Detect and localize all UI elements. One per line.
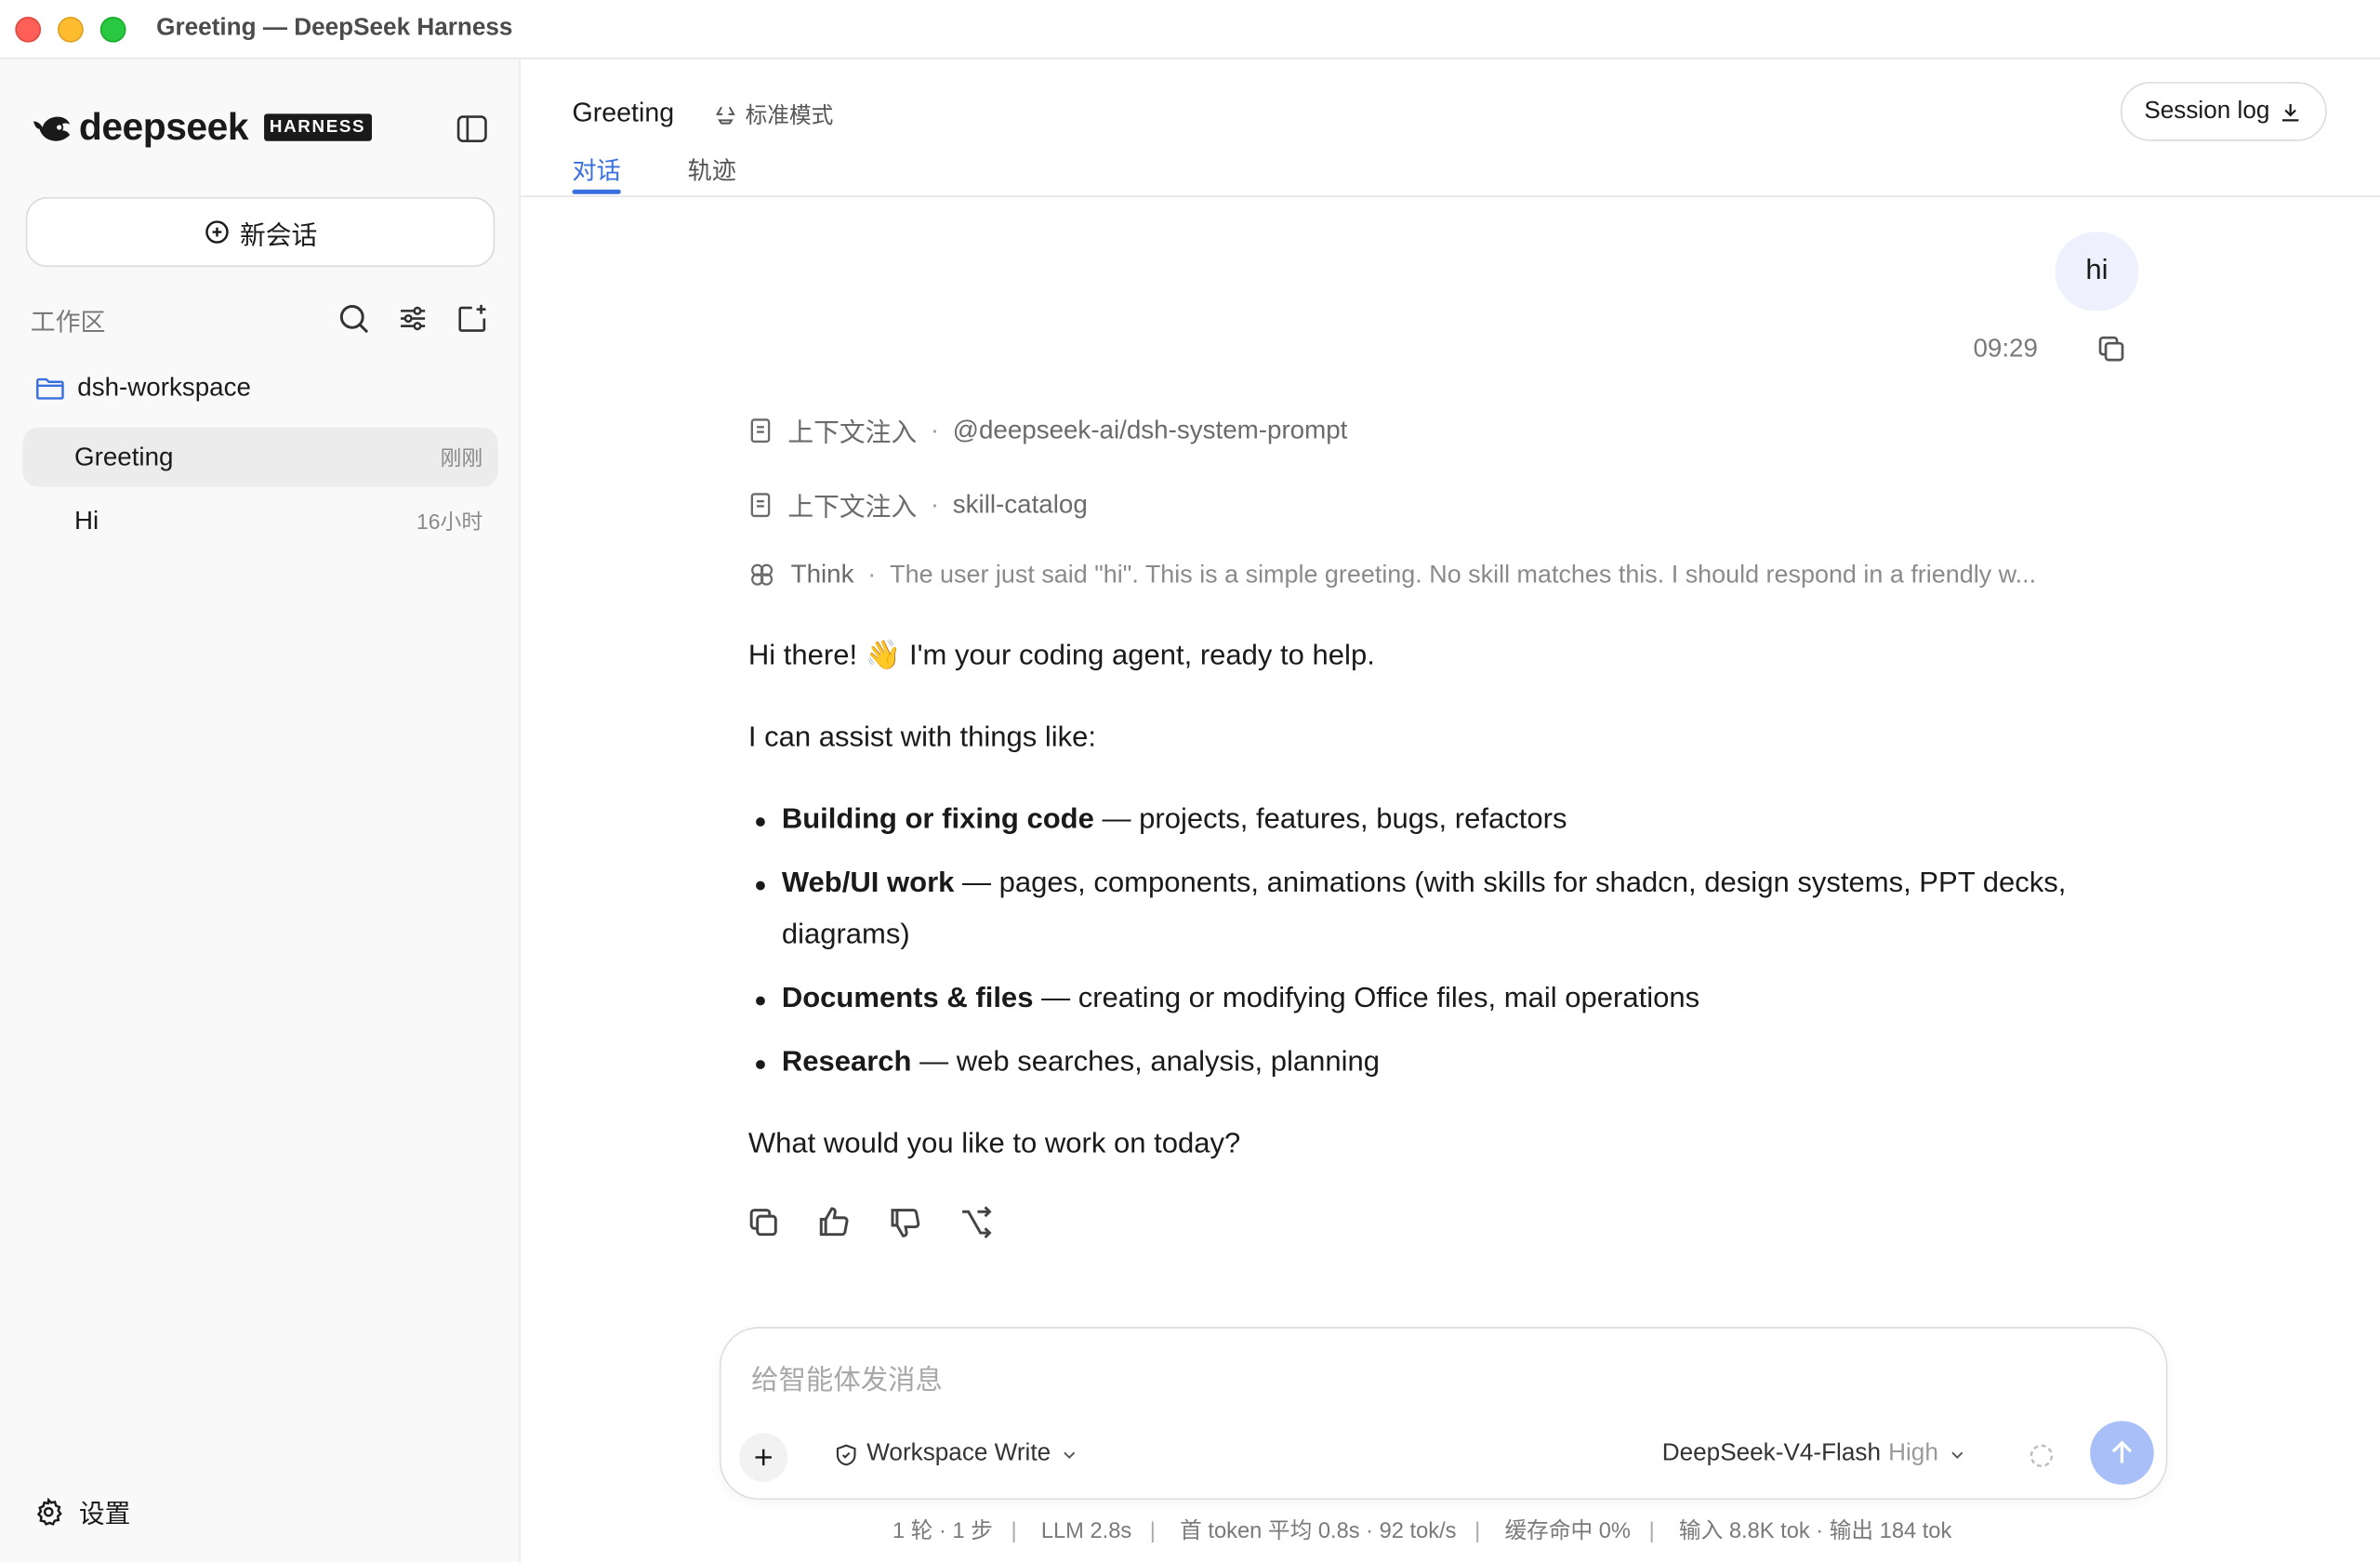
- mode-label: 标准模式: [745, 104, 834, 129]
- stat-turns: 1 轮 · 1 步: [892, 1519, 993, 1544]
- session-title: Greeting: [73, 442, 174, 471]
- settings-label: 设置: [78, 1500, 131, 1529]
- logo-text: deepseek: [78, 105, 249, 149]
- model-name: DeepSeek-V4-Flash: [1661, 1440, 1881, 1467]
- capability-list: Building or fixing code — projects, feat…: [748, 795, 2145, 1089]
- add-folder-icon[interactable]: [454, 300, 490, 337]
- answer-intro: I can assist with things like:: [747, 721, 1097, 754]
- assistant-message: Hi there! 👋 I'm your coding agent, ready…: [748, 631, 2145, 1201]
- model-selector[interactable]: DeepSeek-V4-Flash High: [1662, 1441, 1967, 1468]
- plus-icon: [755, 1449, 772, 1466]
- deepseek-whale-icon: [33, 116, 71, 141]
- tab-conversation[interactable]: 对话: [573, 150, 621, 186]
- stat-cache: 缓存命中 0%: [1504, 1519, 1631, 1544]
- answer-greeting: Hi there! 👋 I'm your coding agent, ready…: [747, 640, 1375, 672]
- title-bar: Greeting — DeepSeek Harness: [0, 0, 2380, 60]
- session-time: 16小时: [416, 509, 483, 534]
- workspace-folder[interactable]: dsh-workspace: [35, 373, 251, 404]
- conversation-header: Greeting 标准模式 对话 轨迹 Session log: [520, 60, 2380, 198]
- folder-name: dsh-workspace: [77, 373, 251, 403]
- context-detail: skill-catalog: [952, 489, 1088, 519]
- list-item: Web/UI work — pages, components, animati…: [748, 858, 2145, 961]
- download-icon: [2282, 103, 2299, 121]
- gear-icon: [36, 1496, 62, 1526]
- logo-badge: HARNESS: [263, 113, 372, 141]
- model-level: High: [1888, 1440, 1938, 1467]
- thumbs-down-icon[interactable]: [886, 1204, 922, 1240]
- conversation-title: Greeting: [572, 97, 675, 128]
- brain-icon: [751, 563, 774, 586]
- permission-selector[interactable]: Workspace Write: [833, 1441, 1087, 1468]
- minimize-window-button[interactable]: [58, 16, 84, 43]
- think-item[interactable]: Think · The user just said "hi". This is…: [748, 560, 2036, 590]
- recycle-icon: [716, 105, 735, 124]
- user-message-time: 09:29: [1973, 333, 2038, 363]
- copy-icon[interactable]: [2095, 332, 2128, 365]
- new-chat-button[interactable]: 新会话: [25, 197, 496, 268]
- list-item: Building or fixing code — projects, feat…: [748, 795, 2145, 846]
- arrow-up-icon: [2111, 1440, 2133, 1463]
- settings-button[interactable]: 设置: [33, 1492, 130, 1530]
- user-message-bubble: hi: [2055, 232, 2139, 311]
- permission-label: Workspace Write: [866, 1440, 1051, 1467]
- context-label: 上下文注入: [787, 493, 918, 523]
- search-icon[interactable]: [336, 300, 372, 337]
- stat-io: 输入 8.8K tok · 输出 184 tok: [1678, 1519, 1952, 1544]
- mode-indicator[interactable]: 标准模式: [713, 99, 833, 130]
- think-label: Think: [790, 559, 854, 589]
- plus-circle-icon: [205, 220, 229, 244]
- copy-icon[interactable]: [746, 1204, 782, 1240]
- message-input[interactable]: 给智能体发消息: [751, 1358, 943, 1397]
- usage-stats: 1 轮 · 1 步 | LLM 2.8s | 首 token 平均 0.8s · 9…: [892, 1519, 1952, 1544]
- shield-icon: [836, 1443, 856, 1465]
- close-window-button[interactable]: [15, 16, 42, 43]
- session-title: Hi: [73, 505, 99, 535]
- tab-trajectory[interactable]: 轨迹: [688, 150, 736, 186]
- session-log-button[interactable]: Session log: [2120, 82, 2327, 141]
- workspace-label: 工作区: [30, 309, 106, 338]
- folder-icon: [36, 377, 64, 400]
- list-item: Documents & files — creating or modifyin…: [748, 973, 2145, 1025]
- answer-closing: What would you like to work on today?: [747, 1128, 1241, 1160]
- sidebar-toggle-icon[interactable]: [454, 111, 490, 147]
- context-label: 上下文注入: [787, 418, 918, 448]
- context-injection-item[interactable]: 上下文注入 · @deepseek-ai/dsh-system-prompt: [748, 411, 1348, 449]
- active-tab-indicator: [572, 189, 621, 194]
- window-title: Greeting — DeepSeek Harness: [156, 15, 513, 42]
- context-usage-icon[interactable]: [2028, 1442, 2055, 1469]
- stat-llm: LLM 2.8s: [1040, 1519, 1132, 1544]
- app-window: Greeting — DeepSeek Harness deepseek HAR…: [0, 0, 2380, 1562]
- document-icon: [750, 417, 771, 443]
- logo: deepseek HARNESS: [31, 105, 372, 151]
- chevron-down-icon: [1951, 1450, 1964, 1459]
- send-button[interactable]: [2090, 1421, 2154, 1485]
- main-panel: Greeting 标准模式 对话 轨迹 Session log hi 09:29: [520, 60, 2380, 1562]
- context-injection-item[interactable]: 上下文注入 · skill-catalog: [748, 485, 1088, 523]
- session-item-greeting[interactable]: Greeting 刚刚: [22, 427, 498, 487]
- context-detail: @deepseek-ai/dsh-system-prompt: [952, 415, 1348, 444]
- session-item-hi[interactable]: Hi 16小时: [22, 491, 497, 550]
- session-time: 刚刚: [440, 444, 483, 470]
- think-text: The user just said "hi". This is a simpl…: [890, 560, 2037, 589]
- message-composer[interactable]: 给智能体发消息 Workspace Write DeepSeek-V4-Flas…: [719, 1327, 2168, 1501]
- list-item: Research — web searches, analysis, plann…: [748, 1038, 2145, 1089]
- stat-first-token: 首 token 平均 0.8s · 92 tok/s: [1180, 1519, 1457, 1544]
- document-icon: [750, 492, 771, 517]
- attach-button[interactable]: [739, 1433, 788, 1482]
- chevron-down-icon: [1064, 1450, 1076, 1459]
- branch-icon[interactable]: [958, 1204, 994, 1240]
- new-chat-label: 新会话: [239, 220, 318, 250]
- zoom-window-button[interactable]: [99, 16, 126, 43]
- sidebar: deepseek HARNESS 新会话 工作区 dsh-workspace G…: [0, 59, 521, 1562]
- thumbs-up-icon[interactable]: [815, 1204, 852, 1240]
- session-log-label: Session log: [2144, 98, 2270, 124]
- filter-sliders-icon[interactable]: [394, 300, 430, 337]
